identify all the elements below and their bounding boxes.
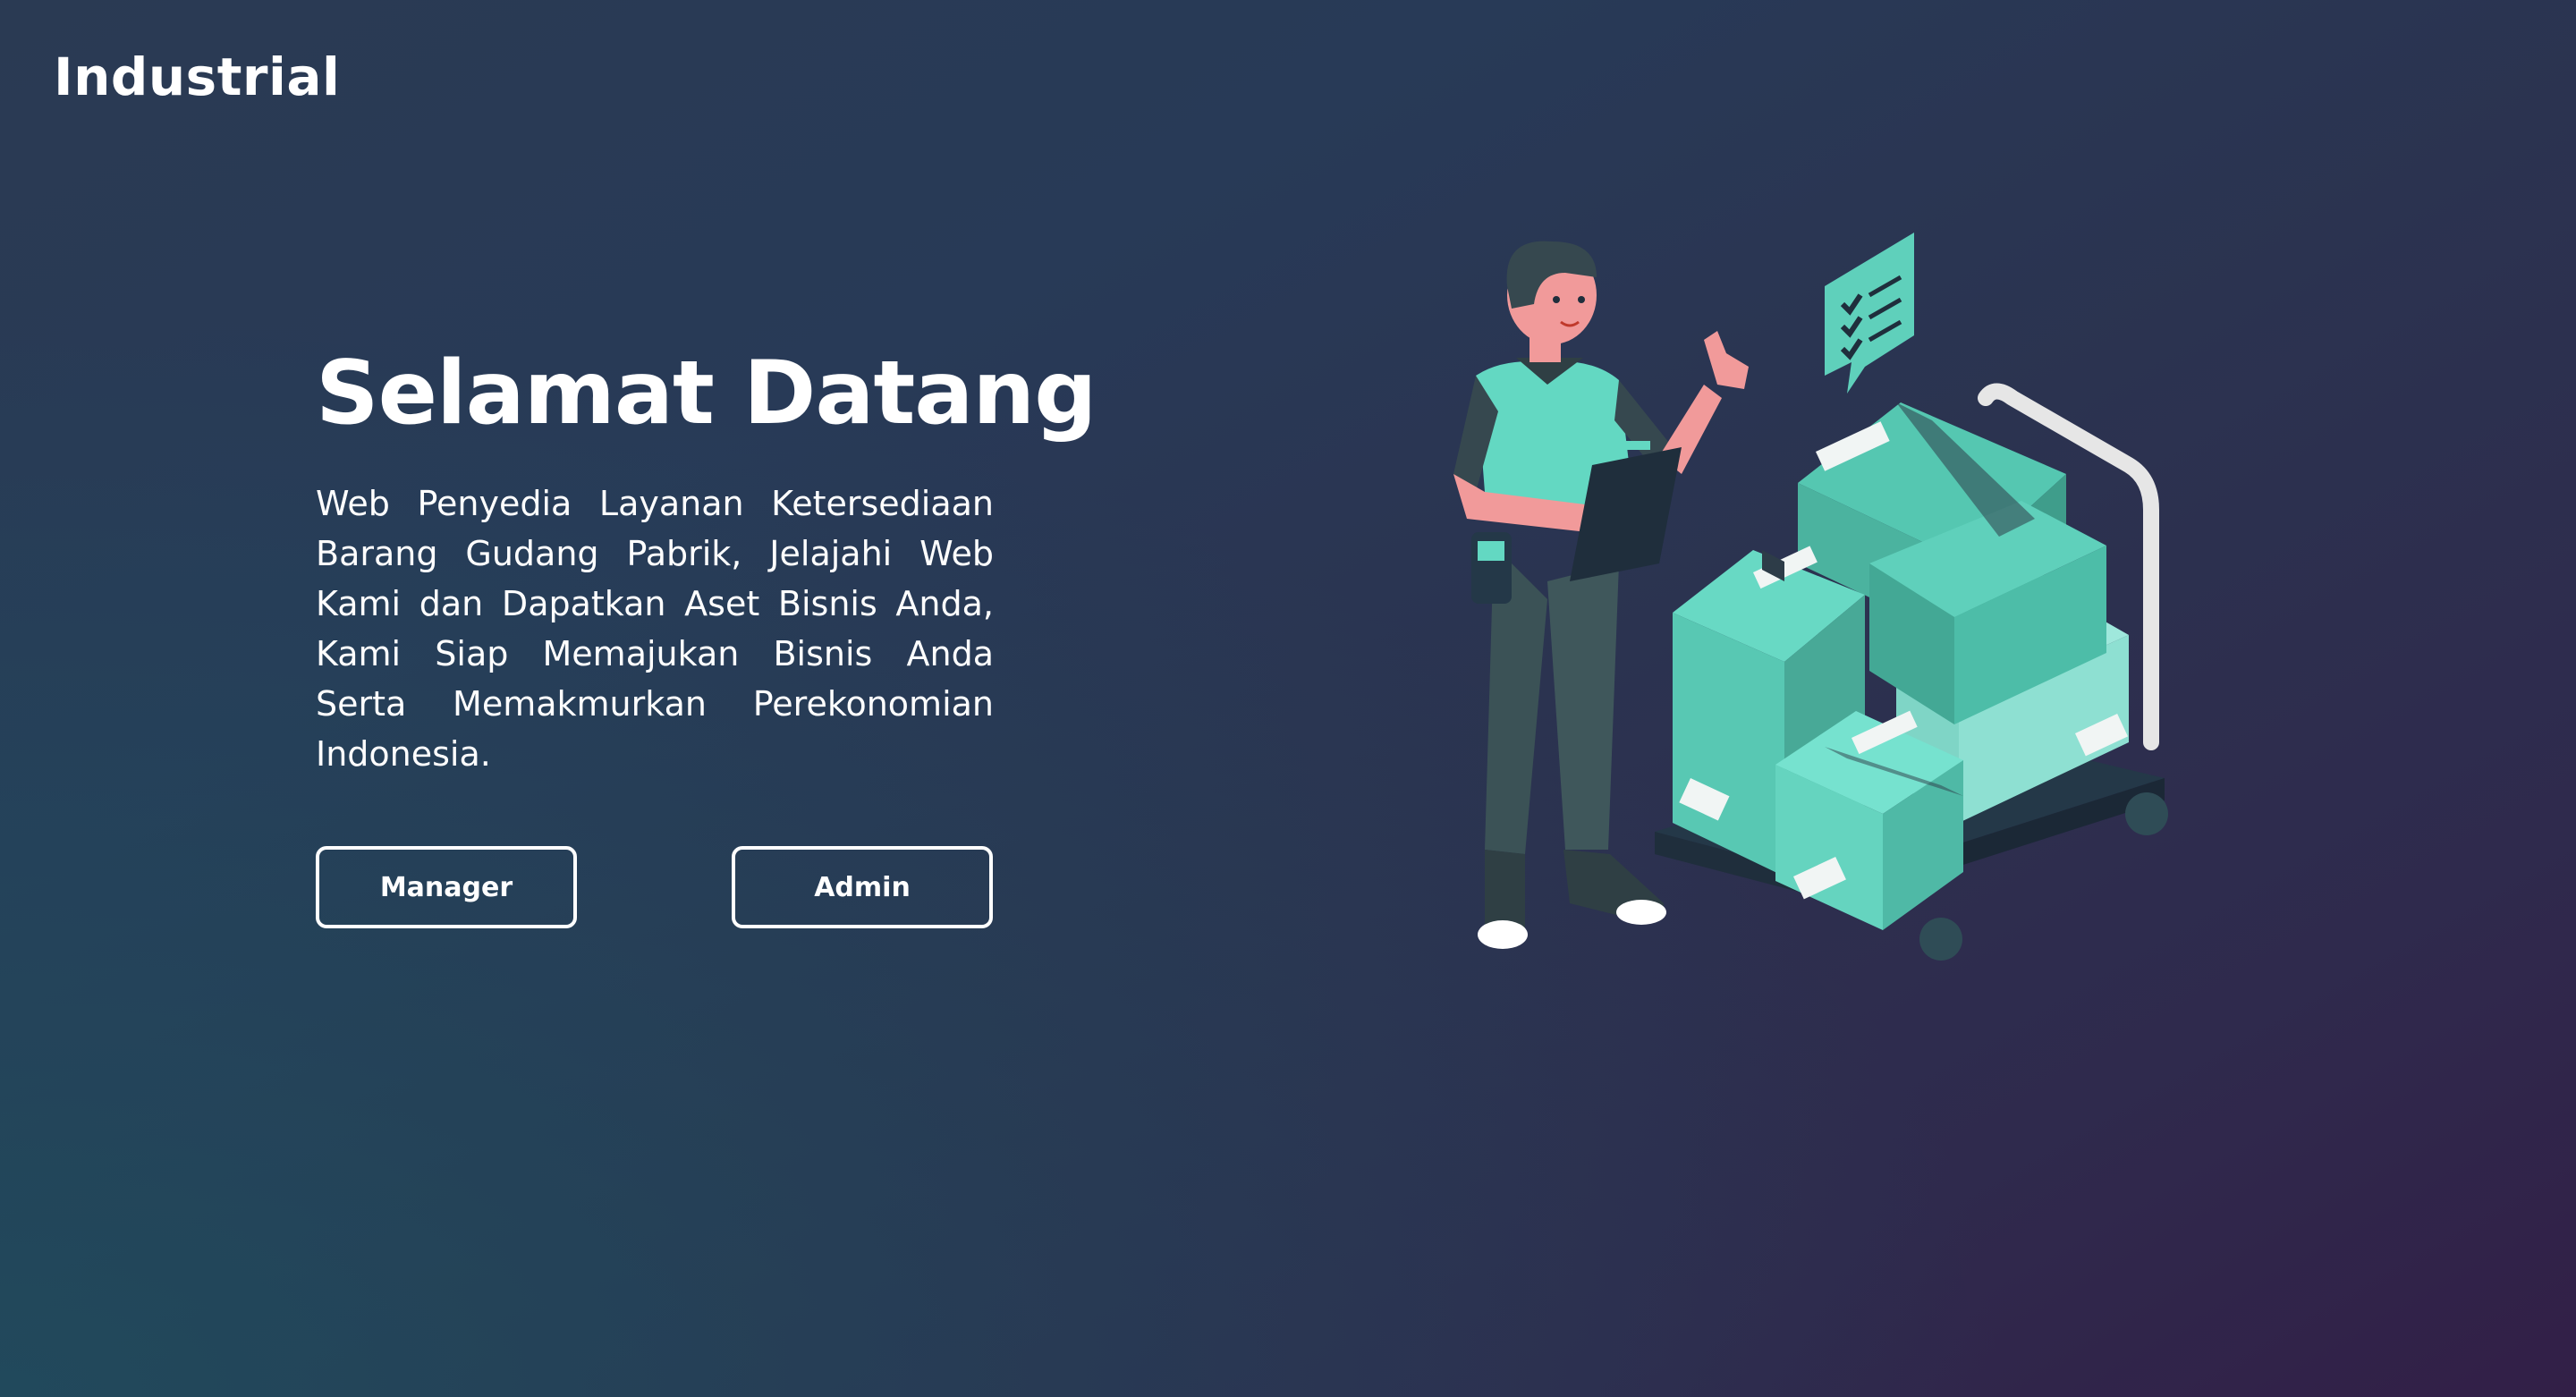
admin-button[interactable]: Admin [732, 846, 993, 928]
warehouse-worker-boxes-illustration [1453, 233, 2168, 961]
manager-button[interactable]: Manager [316, 846, 577, 928]
hero-description: Web Penyedia Layanan Ketersediaan Barang… [316, 484, 994, 774]
hero-section: Selamat Datang Web Penyedia Layanan Kete… [316, 343, 1097, 779]
hero-heading: Selamat Datang [316, 343, 1097, 444]
brand-logo[interactable]: Industrial [54, 47, 340, 107]
warehouse-illustration [1449, 224, 2200, 993]
